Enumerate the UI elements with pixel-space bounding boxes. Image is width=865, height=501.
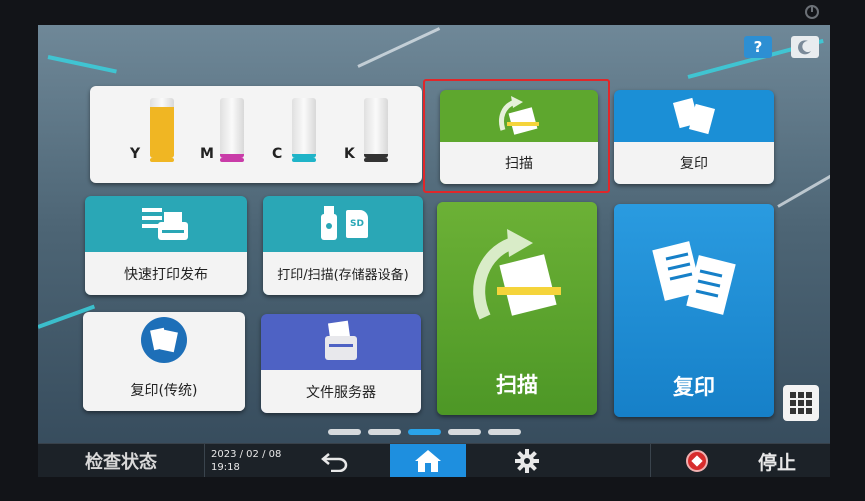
toner-tube <box>220 98 244 158</box>
copy-classic-tile[interactable]: 复印(传统) <box>83 312 245 411</box>
toner-gauge-m: M <box>200 98 260 176</box>
stop-button[interactable]: 停止 <box>650 444 830 477</box>
copy-large-icon-area <box>614 204 774 354</box>
printer-list-icon <box>142 208 188 240</box>
device-bezel: ? Y M C K 扫描 复印 快速打印发布 SD 打印/扫描(存储器设备) 复印(传… <box>0 0 865 501</box>
help-button[interactable]: ? <box>744 36 772 58</box>
page-dot[interactable] <box>488 429 521 435</box>
copy-icon-area <box>614 90 774 142</box>
toner-gauge-k: K <box>344 98 404 176</box>
quick-print-icon-area <box>85 196 247 252</box>
scan-large-icon-area <box>437 202 597 352</box>
bottom-bar: 检查状态 2023 / 02 / 08 19:18 停止 <box>38 443 830 477</box>
back-arrow-icon <box>321 453 348 472</box>
copy-shortcut-tile[interactable]: 复印 <box>614 90 774 184</box>
app-list-button[interactable] <box>783 385 819 421</box>
toner-gauge-c: C <box>272 98 332 176</box>
grid-icon <box>790 392 812 414</box>
power-status-icon <box>805 5 819 19</box>
stop-label: 停止 <box>757 451 796 474</box>
file-server-icon-area <box>261 314 421 370</box>
copy-classic-icon-area <box>83 312 245 368</box>
page-dot[interactable] <box>408 429 441 435</box>
quick-print-label: 快速打印发布 <box>85 252 247 295</box>
toner-tube <box>150 98 174 158</box>
copy-large-label: 复印 <box>673 374 715 399</box>
check-status-button[interactable]: 检查状态 <box>38 444 204 477</box>
back-button[interactable] <box>300 444 370 477</box>
stop-icon <box>685 450 708 472</box>
toner-letter: M <box>200 146 214 162</box>
toner-tube <box>292 98 316 158</box>
file-server-tile[interactable]: 文件服务器 <box>261 314 421 413</box>
home-button[interactable] <box>390 444 466 477</box>
date-text: 2023 / 02 / 08 <box>211 449 282 460</box>
copy-large-tile[interactable]: 复印 <box>614 204 774 417</box>
page-dot[interactable] <box>368 429 401 435</box>
toner-letter: K <box>344 146 355 162</box>
toner-fill <box>150 107 174 158</box>
copy-classic-label: 复印(传统) <box>83 368 245 411</box>
usb-icon <box>321 206 337 240</box>
gear-icon <box>515 449 539 473</box>
decor-streak <box>357 27 441 68</box>
quick-print-release-tile[interactable]: 快速打印发布 <box>85 196 247 295</box>
storage-device-tile[interactable]: SD 打印/扫描(存储器设备) <box>263 196 423 295</box>
copy-classic-icon <box>141 317 187 363</box>
copy-large-icon <box>652 241 736 315</box>
energy-saver-button[interactable] <box>791 36 819 58</box>
moon-icon <box>798 40 811 55</box>
toner-gauge-y: Y <box>130 98 190 176</box>
scan-large-tile[interactable]: 扫描 <box>437 202 597 415</box>
time-text: 19:18 <box>211 462 240 473</box>
storage-icon-area: SD <box>263 196 423 252</box>
toner-base <box>292 158 316 162</box>
scan-large-label: 扫描 <box>496 372 538 397</box>
decor-streak <box>777 165 830 208</box>
copy-tile-label: 复印 <box>614 142 774 184</box>
settings-button[interactable] <box>490 444 564 477</box>
home-icon <box>415 450 441 472</box>
sd-card-icon: SD <box>346 210 368 238</box>
toner-base <box>150 158 174 162</box>
page-dot[interactable] <box>448 429 481 435</box>
storage-device-label: 打印/扫描(存储器设备) <box>263 252 423 295</box>
toner-letter: Y <box>130 146 141 162</box>
toner-letter: C <box>272 146 283 162</box>
decor-streak <box>47 55 117 74</box>
question-icon: ? <box>753 38 763 56</box>
file-server-label: 文件服务器 <box>261 370 421 413</box>
toner-base <box>220 158 244 162</box>
page-indicator[interactable] <box>328 429 521 435</box>
page-dot[interactable] <box>328 429 361 435</box>
toner-base <box>364 158 388 162</box>
copy-icon <box>672 97 716 135</box>
toner-level-widget[interactable]: YMCK <box>90 86 422 183</box>
toner-tube <box>364 98 388 158</box>
datetime-display: 2023 / 02 / 08 19:18 <box>204 444 282 477</box>
scanner-large-icon <box>473 229 561 320</box>
file-cabinet-icon <box>325 320 357 360</box>
highlight-box <box>423 79 610 193</box>
